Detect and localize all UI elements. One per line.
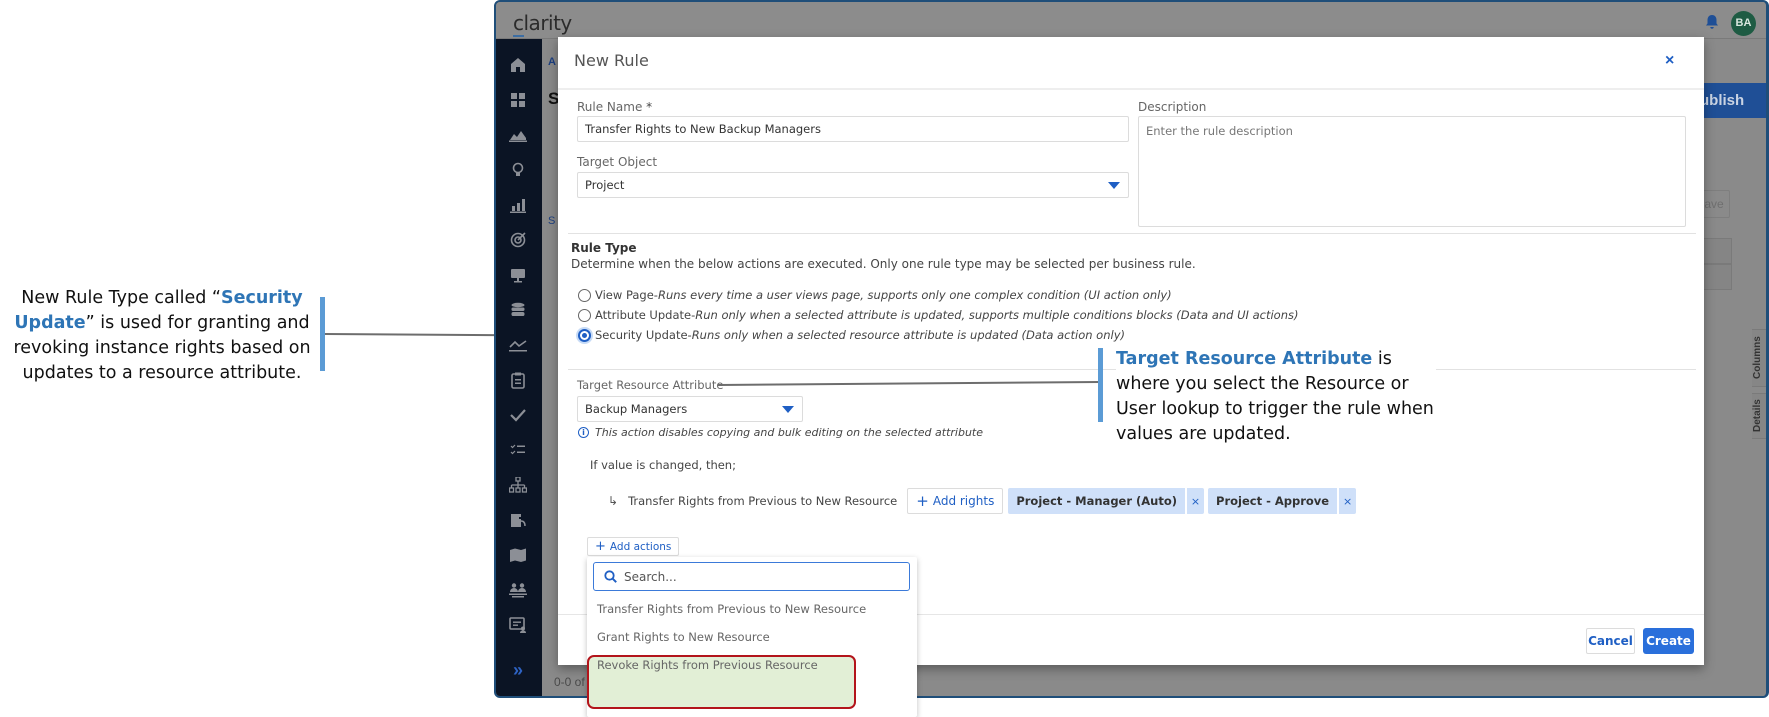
actions-dropdown: Search... Transfer Rights from Previous …	[587, 557, 917, 717]
info-text: This action disables copying and bulk ed…	[595, 426, 984, 439]
checklist-icon[interactable]	[508, 440, 528, 460]
target-object-select[interactable]: Project	[577, 172, 1129, 198]
info-message: i This action disables copying and bulk …	[578, 426, 983, 439]
dialog-title: New Rule	[574, 51, 649, 70]
database-icon[interactable]	[508, 300, 528, 320]
condition-text: If value is changed, then;	[590, 458, 736, 472]
sidebar-nav: »	[496, 39, 542, 696]
option-description: Run only when a selected attribute is up…	[695, 308, 1299, 322]
divider	[558, 88, 1704, 90]
description-textarea[interactable]: Enter the rule description	[1138, 116, 1686, 227]
hierarchy-icon[interactable]	[508, 475, 528, 495]
puzzle-icon[interactable]	[508, 510, 528, 530]
actions-search-input[interactable]: Search...	[593, 562, 910, 591]
cancel-button[interactable]: Cancel	[1586, 628, 1635, 654]
dropdown-item-revoke-rights[interactable]: Revoke Rights from Previous Resource	[597, 658, 818, 672]
bg-breadcrumb: A	[548, 56, 556, 68]
bar-chart-icon[interactable]	[508, 195, 528, 215]
columns-tab[interactable]: Columns	[1752, 329, 1766, 387]
option-name: Security Update	[595, 328, 688, 342]
user-avatar[interactable]: BA	[1731, 11, 1756, 36]
right-chip: Project - Manager (Auto)	[1008, 488, 1186, 514]
target-object-label: Target Object	[577, 155, 658, 169]
rule-type-option-attribute-update[interactable]: Attribute Update - Run only when a selec…	[578, 308, 1298, 322]
action-label: Transfer Rights from Previous to New Res…	[628, 494, 898, 508]
annotation-security-update: New Rule Type called “Security Update” i…	[12, 286, 312, 386]
add-rights-label: Add rights	[932, 494, 995, 508]
chevron-down-icon	[1108, 182, 1120, 189]
clipboard-icon[interactable]	[508, 370, 528, 390]
annotation-text-prefix: New Rule Type called “	[21, 288, 221, 308]
annotation-bracket-bar	[1098, 348, 1103, 422]
rule-name-label-text: Rule Name	[577, 100, 643, 114]
trend-line-icon[interactable]	[508, 335, 528, 355]
lightbulb-icon[interactable]	[508, 160, 528, 180]
plus-icon: +	[916, 491, 929, 510]
description-label: Description	[1138, 100, 1207, 114]
option-description: Runs every time a user views page, suppo…	[657, 288, 1172, 302]
add-rights-button[interactable]: + Add rights	[907, 488, 1004, 514]
option-description: Runs only when a selected resource attri…	[691, 328, 1125, 342]
target-icon[interactable]	[508, 230, 528, 250]
option-name: Attribute Update	[595, 308, 692, 322]
divider	[568, 233, 1696, 234]
add-actions-label: Add actions	[609, 540, 672, 553]
chevron-down-icon	[782, 406, 794, 413]
right-chip: Project - Approve	[1208, 488, 1338, 514]
bg-subtitle: S	[548, 215, 556, 227]
team-icon[interactable]	[508, 580, 528, 600]
create-button[interactable]: Create	[1643, 628, 1694, 654]
details-tab[interactable]: Details	[1752, 393, 1766, 439]
option-name: View Page	[595, 288, 654, 302]
remove-right-icon[interactable]: ×	[1187, 488, 1205, 514]
rule-type-option-security-update[interactable]: Security Update - Runs only when a selec…	[578, 328, 1125, 342]
dashboard-icon[interactable]	[508, 90, 528, 110]
annotation-highlight: Target Resource Attribute	[1116, 349, 1373, 369]
area-chart-icon[interactable]	[508, 125, 528, 145]
rule-type-option-view-page[interactable]: View Page - Runs every time a user views…	[578, 288, 1172, 302]
search-placeholder: Search...	[624, 569, 677, 584]
return-arrow-icon: ↳	[608, 494, 619, 508]
logo-text: larity	[523, 11, 573, 35]
rule-name-label: Rule Name *	[577, 100, 652, 114]
clarity-logo[interactable]: clarity	[513, 11, 573, 37]
home-icon[interactable]	[508, 55, 528, 75]
rule-type-description: Determine when the below actions are exe…	[571, 257, 1196, 271]
annotation-target-resource-attribute: Target Resource Attribute is where you s…	[1116, 347, 1436, 447]
required-mark: *	[646, 100, 653, 114]
rule-type-heading: Rule Type	[571, 241, 637, 255]
radio-button[interactable]	[578, 288, 591, 302]
search-icon	[604, 570, 617, 583]
target-resource-attribute-label: Target Resource Attribute	[577, 378, 724, 392]
add-actions-button[interactable]: + Add actions	[587, 537, 680, 556]
radio-button[interactable]	[578, 308, 591, 322]
dropdown-item-transfer-rights[interactable]: Transfer Rights from Previous to New Res…	[597, 602, 866, 616]
close-icon[interactable]: ×	[1665, 52, 1674, 70]
app-header: clarity BA	[496, 2, 1766, 39]
target-resource-attribute-value: Backup Managers	[585, 402, 688, 416]
bell-icon[interactable]	[1704, 14, 1720, 30]
info-icon: i	[578, 427, 589, 438]
radio-button-selected[interactable]	[578, 328, 591, 342]
target-resource-attribute-select[interactable]: Backup Managers	[577, 396, 803, 422]
rule-name-input[interactable]: Transfer Rights to New Backup Managers	[577, 116, 1129, 142]
map-icon[interactable]	[508, 545, 528, 565]
dropdown-item-grant-rights[interactable]: Grant Rights to New Resource	[597, 630, 770, 644]
user-card-icon[interactable]	[508, 615, 528, 635]
plus-icon: +	[595, 539, 606, 554]
remove-right-icon[interactable]: ×	[1339, 488, 1357, 514]
action-row: ↳ Transfer Rights from Previous to New R…	[608, 488, 1357, 514]
target-object-value: Project	[585, 178, 625, 192]
expand-sidebar-icon[interactable]: »	[508, 660, 528, 680]
check-icon[interactable]	[508, 405, 528, 425]
monitor-icon[interactable]	[508, 265, 528, 285]
